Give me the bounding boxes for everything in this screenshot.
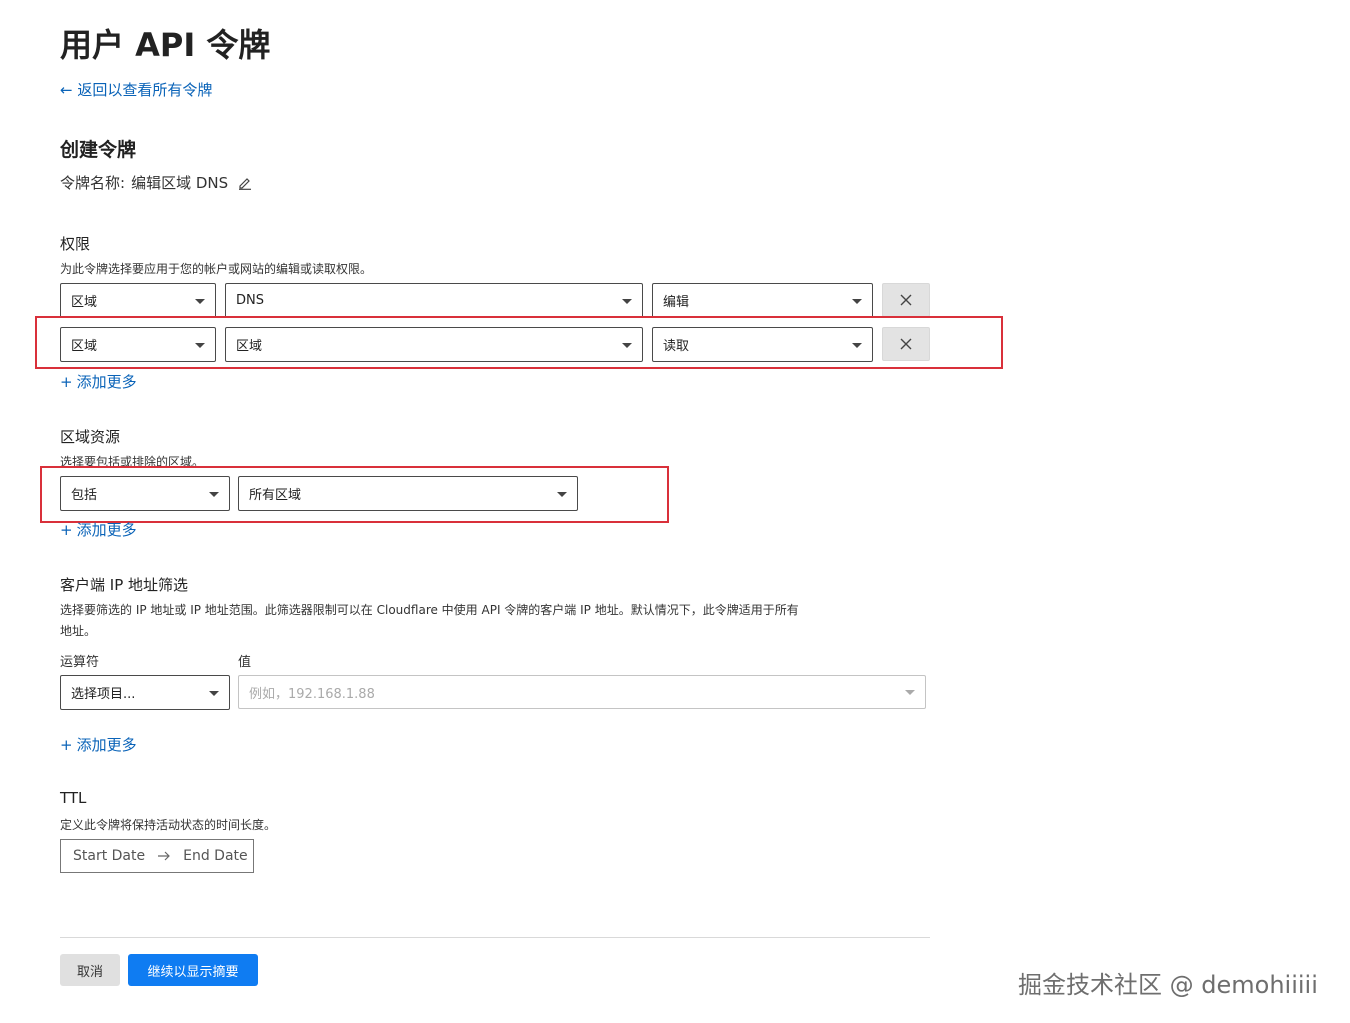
ip-filter-title: 客户端 IP 地址筛选 [60,576,189,594]
chevron-down-icon [209,690,219,696]
add-more-label: 添加更多 [76,521,137,539]
ip-filter-description-line2: 地址。 [60,624,97,638]
watermark: 掘金技术社区 @ demohiiiii [1018,971,1318,999]
end-date-field[interactable]: End Date [183,848,248,864]
add-more-zones-link[interactable]: + 添加更多 [60,519,137,540]
edit-pencil-icon[interactable] [238,176,252,190]
chevron-down-icon [905,690,915,695]
permission-access-value-1: 编辑 [663,295,690,310]
chevron-down-icon [622,298,632,304]
highlight-box-zone [40,466,669,523]
footer-divider [60,937,930,938]
token-name-row: 令牌名称: 编辑区域 DNS [60,172,252,193]
value-label: 值 [238,655,252,670]
plus-icon: + [60,736,73,754]
add-more-ip-link[interactable]: + 添加更多 [60,734,137,755]
ip-value-placeholder: 例如，192.168.1.88 [249,686,375,702]
permission-resource-select-1[interactable]: DNS [225,283,643,318]
add-more-label: 添加更多 [76,373,137,391]
highlight-box-permission [35,316,1003,369]
ip-value-input[interactable]: 例如，192.168.1.88 [238,675,926,709]
ttl-description: 定义此令牌将保持活动状态的时间长度。 [60,818,277,832]
create-token-title: 创建令牌 [60,139,137,161]
ttl-title: TTL [60,789,87,807]
token-name-value: 编辑区域 DNS [131,174,229,192]
plus-icon: + [60,373,73,391]
permissions-description: 为此令牌选择要应用于您的帐户或网站的编辑或读取权限。 [60,262,373,276]
token-name-label: 令牌名称: [60,174,126,192]
permission-scope-value-1: 区域 [71,295,98,310]
add-more-permissions-link[interactable]: + 添加更多 [60,371,137,392]
permissions-title: 权限 [60,235,91,253]
chevron-down-icon [852,298,862,304]
permission-access-select-1[interactable]: 编辑 [652,283,873,318]
back-to-tokens-link[interactable]: ← 返回以查看所有令牌 [60,79,212,100]
plus-icon: + [60,521,73,539]
operator-select[interactable]: 选择项目... [60,675,230,710]
page-title: 用户 API 令牌 [60,26,271,64]
ip-filter-description-line1: 选择要筛选的 IP 地址或 IP 地址范围。此筛选器限制可以在 Cloudfla… [60,603,799,617]
operator-placeholder: 选择项目... [71,687,136,702]
cancel-button[interactable]: 取消 [60,954,120,986]
arrow-right-icon [157,851,171,861]
chevron-down-icon [195,298,205,304]
zone-resources-title: 区域资源 [60,428,121,446]
permission-scope-select-1[interactable]: 区域 [60,283,216,318]
close-icon [900,294,912,306]
ttl-date-range-picker[interactable]: Start Date End Date [60,839,254,873]
permission-resource-value-1: DNS [236,293,264,308]
operator-label: 运算符 [60,655,100,670]
add-more-label: 添加更多 [76,736,137,754]
continue-to-summary-button[interactable]: 继续以显示摘要 [128,954,258,986]
remove-permission-button-1[interactable] [882,283,930,317]
start-date-field[interactable]: Start Date [73,848,145,864]
